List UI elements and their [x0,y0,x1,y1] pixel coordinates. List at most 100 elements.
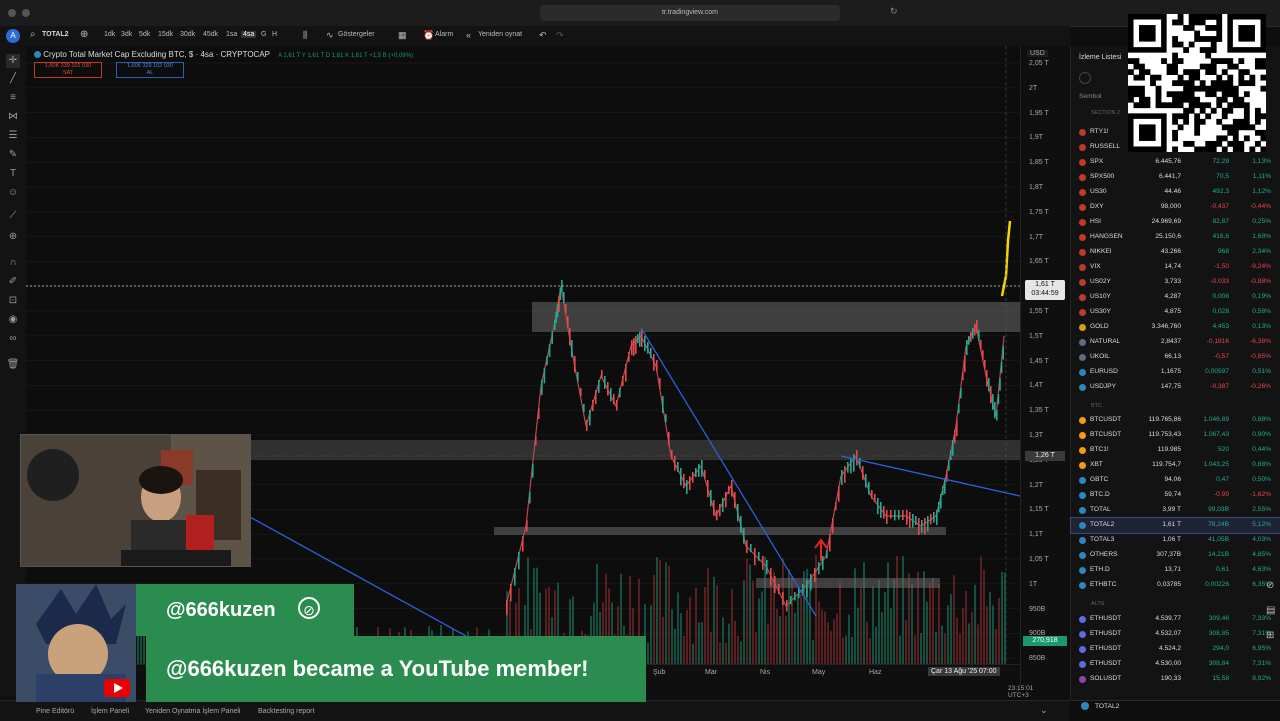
fib-icon[interactable]: ≡ [6,91,20,105]
tf-1dk[interactable]: 1dk [104,31,115,38]
tf-week[interactable]: H [272,31,277,38]
watchlist-row[interactable]: SOLUSDT 190,33 15,58 8,92% [1071,672,1280,687]
lock-drawing-icon[interactable]: ✐ [6,275,20,289]
watchlist-row[interactable]: UKOIL 66,13 -0,57 -0,85% [1071,350,1280,365]
watchlist-row[interactable]: GBTC 94,06 0,47 0,50% [1071,473,1280,488]
redo-icon[interactable]: ↷ [556,30,564,41]
watchlist-row[interactable]: TOTAL 3,99 T 99,03B 2,55% [1071,503,1280,518]
watchlist-row[interactable]: VIX 14,74 -1,50 -9,24% [1071,260,1280,275]
sell-button[interactable]: 1,60K 339 102 030 SAT [34,62,102,78]
magnet-icon[interactable]: ∩ [6,256,20,270]
watchlist-row[interactable]: GOLD 3.346,760 4,453 0,13% [1071,320,1280,335]
column-symbol[interactable]: Sembol [1079,93,1101,100]
legend-title[interactable]: Crypto Total Market Cap Excluding BTC, $… [43,50,270,59]
watchlist-row[interactable]: OTHERS 307,37B 14,21B 4,85% [1071,548,1280,563]
add-symbol-icon[interactable] [1079,72,1091,84]
watchlist-row[interactable]: BTC.D 59,74 -0,99 -1,62% [1071,488,1280,503]
alarm-icon[interactable]: ⏰ [423,30,434,41]
user-avatar[interactable]: A [6,29,20,43]
watchlist-row[interactable]: ETHUSDT 4.532,07 308,85 7,31% [1071,627,1280,642]
symbol-button[interactable]: TOTAL2 [42,31,69,38]
tf-4sa-active[interactable]: 4sa [241,31,257,38]
watchlist-row[interactable]: BTC1! 119.985 520 0,44% [1071,443,1280,458]
reload-icon[interactable]: ↻ [890,6,898,17]
collapse-panel-icon[interactable]: ⌄ [1040,705,1048,716]
watchlist-row[interactable]: ETHUSDT 4.530,00 308,84 7,31% [1071,657,1280,672]
alarm-button[interactable]: Alarm [435,31,453,38]
replay-icon[interactable]: « [466,30,471,40]
watchlist-row[interactable]: SPX 6.445,76 72,29 1,13% [1071,155,1280,170]
watchlist-row[interactable]: HANGSEN 25.150,6 416,6 1,68% [1071,230,1280,245]
tf-15dk[interactable]: 15dk [158,31,173,38]
watchlist-row[interactable]: BTCUSDT 119.753,43 1.067,43 0,90% [1071,428,1280,443]
trash-icon[interactable]: 🗑 [6,358,20,372]
watchlist-row[interactable]: US10Y 4,287 0,008 0,19% [1071,290,1280,305]
tf-3dk[interactable]: 3dk [121,31,132,38]
watchlist-row[interactable]: TOTAL2 1,61 T 78,24B 5,12% [1070,517,1280,534]
watchlist-section[interactable]: BTC [1091,403,1102,409]
address-bar[interactable]: tr.tradingview.com [540,5,840,21]
eye-icon[interactable]: ◉ [6,313,20,327]
qr-module [1243,135,1250,142]
ruler-icon[interactable]: ⟋ [6,209,20,223]
grid-icon[interactable]: ⊞ [1266,630,1274,641]
indicators-button[interactable]: Göstergeler [338,31,375,38]
watchlist-title[interactable]: İzleme Listesi [1079,54,1121,61]
tab-pine-editor[interactable]: Pine Editörü [36,708,74,715]
tf-1sa[interactable]: 1sa [226,31,237,38]
window-dot[interactable] [22,9,30,17]
tab-trading-panel[interactable]: İşlem Paneli [91,708,129,715]
tf-45dk[interactable]: 45dk [203,31,218,38]
footer-symbol[interactable]: TOTAL2 [1095,703,1119,710]
calendar-icon[interactable]: ▤ [1266,605,1275,616]
notifications-icon[interactable]: ⊘ [1266,580,1274,591]
qr-module [1166,91,1173,98]
watchlist-section[interactable]: SECTION 2 [1091,110,1120,116]
watchlist-row[interactable]: EURUSD 1,1675 0,00597 0,51% [1071,365,1280,380]
emoji-icon[interactable]: ☺ [6,186,20,200]
watchlist-row[interactable]: BTCUSDT 119.765,86 1.046,89 0,88% [1071,413,1280,428]
channel-icon[interactable]: ☰ [6,129,20,143]
watchlist-row[interactable]: ETHUSDT 4.539,77 309,46 7,33% [1071,612,1280,627]
watchlist-row[interactable]: XBT 119.754,7 1.043,25 0,88% [1071,458,1280,473]
undo-icon[interactable]: ↶ [539,30,547,41]
buy-button[interactable]: 1,606 329 102 030 AL [116,62,184,78]
templates-icon[interactable]: ▦ [398,30,407,41]
window-dot[interactable] [8,9,16,17]
watchlist-row[interactable]: US30Y 4,875 0,028 0,58% [1071,305,1280,320]
indicators-icon[interactable]: ∿ [326,30,334,41]
watchlist-row[interactable]: US30 44.46 492,3 1,12% [1071,185,1280,200]
candle-type-icon[interactable]: ⫼ [303,30,307,41]
trendline-icon[interactable]: ╱ [6,72,20,86]
watchlist-row[interactable]: NIKKEI 43.266 968 2,34% [1071,245,1280,260]
watchlist-row[interactable]: ETHUSDT 4.524,2 294,0 6,95% [1071,642,1280,657]
watchlist-row[interactable]: DXY 98,000 -0,437 -0,44% [1071,200,1280,215]
replay-button[interactable]: Yeniden oynat [478,31,522,38]
watchlist-row[interactable]: ETH.D 13,71 0,61 4,63% [1071,563,1280,578]
watchlist-section[interactable]: ALTS [1091,601,1104,607]
tf-day[interactable]: G [261,31,266,38]
watchlist-row[interactable]: ETHBTC 0,03785 0,00226 6,35% [1071,578,1280,593]
tf-30dk[interactable]: 30dk [180,31,195,38]
row-change: 309,46 [1208,615,1229,622]
watchlist-row[interactable]: USDJPY 147,75 -0,387 -0,26% [1071,380,1280,395]
crosshair-icon[interactable]: ✛ [6,54,20,68]
watchlist-row[interactable]: SPX500 6.441,7 70,5 1,11% [1071,170,1280,185]
link-icon[interactable]: ∞ [6,332,20,346]
tab-backtesting-report[interactable]: Backtesting report [258,708,314,715]
watchlist-row[interactable]: TOTAL3 1,06 T 41,05B 4,03% [1071,533,1280,548]
brush-icon[interactable]: ✎ [6,148,20,162]
tab-replay-trading-panel[interactable]: Yeniden Oynatma İşlem Paneli [145,708,240,715]
text-icon[interactable]: T [6,167,20,181]
currency-selector[interactable]: USD [1027,50,1048,57]
watchlist-row[interactable]: HSI 24.969,69 82,87 0,25% [1071,215,1280,230]
pattern-icon[interactable]: ⋈ [6,110,20,124]
watchlist-row[interactable]: US02Y 3,733 -0,033 -0,88% [1071,275,1280,290]
price-axis[interactable]: USD 2,05 T 2T 1,95 T 1,9T 1,85 T 1,8T 1,75 T 1,… [1020,46,1069,686]
zoom-icon[interactable]: ⊕ [6,230,20,244]
watchlist-row[interactable]: NATURAL 2,8437 -0,1816 -6,38% [1071,335,1280,350]
add-symbol-icon[interactable]: ⊕ [80,29,88,40]
tf-5dk[interactable]: 5dk [139,31,150,38]
lock-icon[interactable]: ⊡ [6,294,20,308]
search-icon[interactable]: ⌕ [30,29,36,40]
